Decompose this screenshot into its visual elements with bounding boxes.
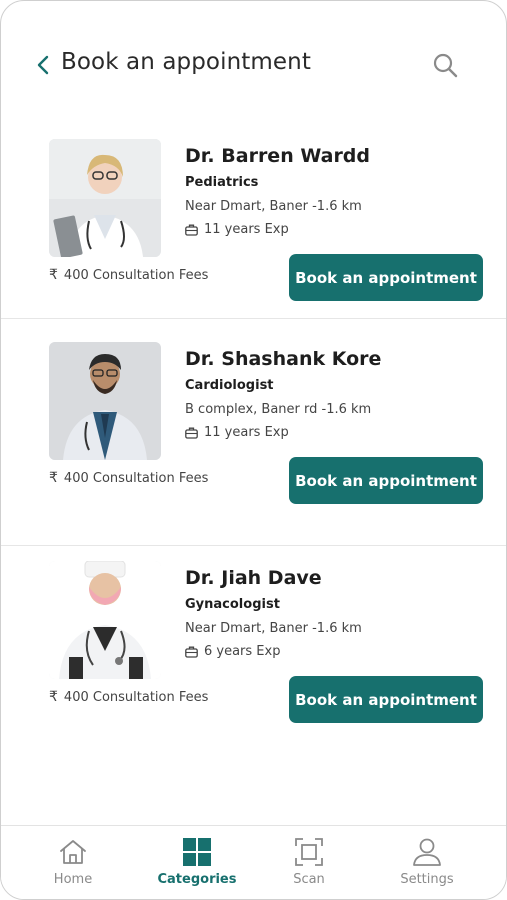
experience-text: 11 years Exp [204, 425, 289, 440]
doctor-specialty: Gynacologist [185, 597, 280, 612]
page-title: Book an appointment [61, 49, 311, 75]
doctor-specialty: Pediatrics [185, 175, 259, 190]
doctor-location: Near Dmart, Baner -1.6 km [185, 621, 362, 636]
header: Book an appointment [1, 41, 506, 89]
doctor-name: Dr. Shashank Kore [185, 348, 382, 370]
back-button[interactable] [33, 53, 55, 77]
nav-item-settings[interactable]: Settings [372, 836, 482, 896]
doctor-location: Near Dmart, Baner -1.6 km [185, 199, 362, 214]
book-appointment-button[interactable]: Book an appointment [289, 676, 483, 723]
doctor-photo [49, 139, 161, 257]
doctor-name: Dr. Jiah Dave [185, 567, 322, 589]
divider [1, 545, 506, 546]
consultation-fees: ₹ 400 Consultation Fees [49, 267, 208, 283]
chevron-left-icon [37, 55, 49, 75]
nav-item-home[interactable]: Home [18, 836, 128, 896]
doctor-experience: 11 years Exp [185, 425, 289, 440]
doctor-photo [49, 561, 161, 679]
rupee-icon: ₹ [49, 267, 58, 283]
briefcase-icon [185, 224, 198, 236]
doctor-card: Dr. Shashank Kore Cardiologist B complex… [1, 342, 506, 570]
search-icon [433, 53, 458, 78]
bottom-navigation: Home Categories Scan Settings [1, 825, 506, 899]
user-icon [413, 838, 441, 866]
fees-text: 400 Consultation Fees [63, 470, 209, 486]
rupee-icon: ₹ [49, 470, 58, 486]
nav-label: Categories [157, 872, 237, 887]
consultation-fees: ₹ 400 Consultation Fees [49, 689, 208, 705]
nav-label: Home [53, 872, 93, 887]
doctor-photo [49, 342, 161, 460]
consultation-fees: ₹ 400 Consultation Fees [49, 470, 208, 486]
fees-text: 400 Consultation Fees [63, 267, 209, 283]
scan-icon [295, 838, 323, 866]
rupee-icon: ₹ [49, 689, 58, 705]
grid-icon [183, 838, 211, 866]
nav-item-categories[interactable]: Categories [142, 836, 252, 896]
doctor-experience: 11 years Exp [185, 222, 289, 237]
app-screen: Book an appointment Dr. Barren Wardd Ped… [0, 0, 507, 900]
doctor-specialty: Cardiologist [185, 378, 274, 393]
doctor-name: Dr. Barren Wardd [185, 145, 371, 167]
fees-text: 400 Consultation Fees [63, 689, 209, 705]
nav-item-scan[interactable]: Scan [254, 836, 364, 896]
doctor-card: Dr. Barren Wardd Pediatrics Near Dmart, … [1, 139, 506, 367]
doctor-card: Dr. Jiah Dave Gynacologist Near Dmart, B… [1, 561, 506, 789]
doctor-experience: 6 years Exp [185, 644, 280, 659]
book-appointment-button[interactable]: Book an appointment [289, 254, 483, 301]
nav-label: Settings [400, 872, 454, 887]
experience-text: 6 years Exp [204, 644, 281, 659]
divider [1, 318, 506, 319]
home-icon [60, 840, 86, 864]
doctor-location: B complex, Baner rd -1.6 km [185, 402, 372, 417]
search-button[interactable] [431, 51, 461, 81]
briefcase-icon [185, 427, 198, 439]
briefcase-icon [185, 646, 198, 658]
book-appointment-button[interactable]: Book an appointment [289, 457, 483, 504]
experience-text: 11 years Exp [204, 222, 289, 237]
nav-label: Scan [293, 872, 325, 887]
